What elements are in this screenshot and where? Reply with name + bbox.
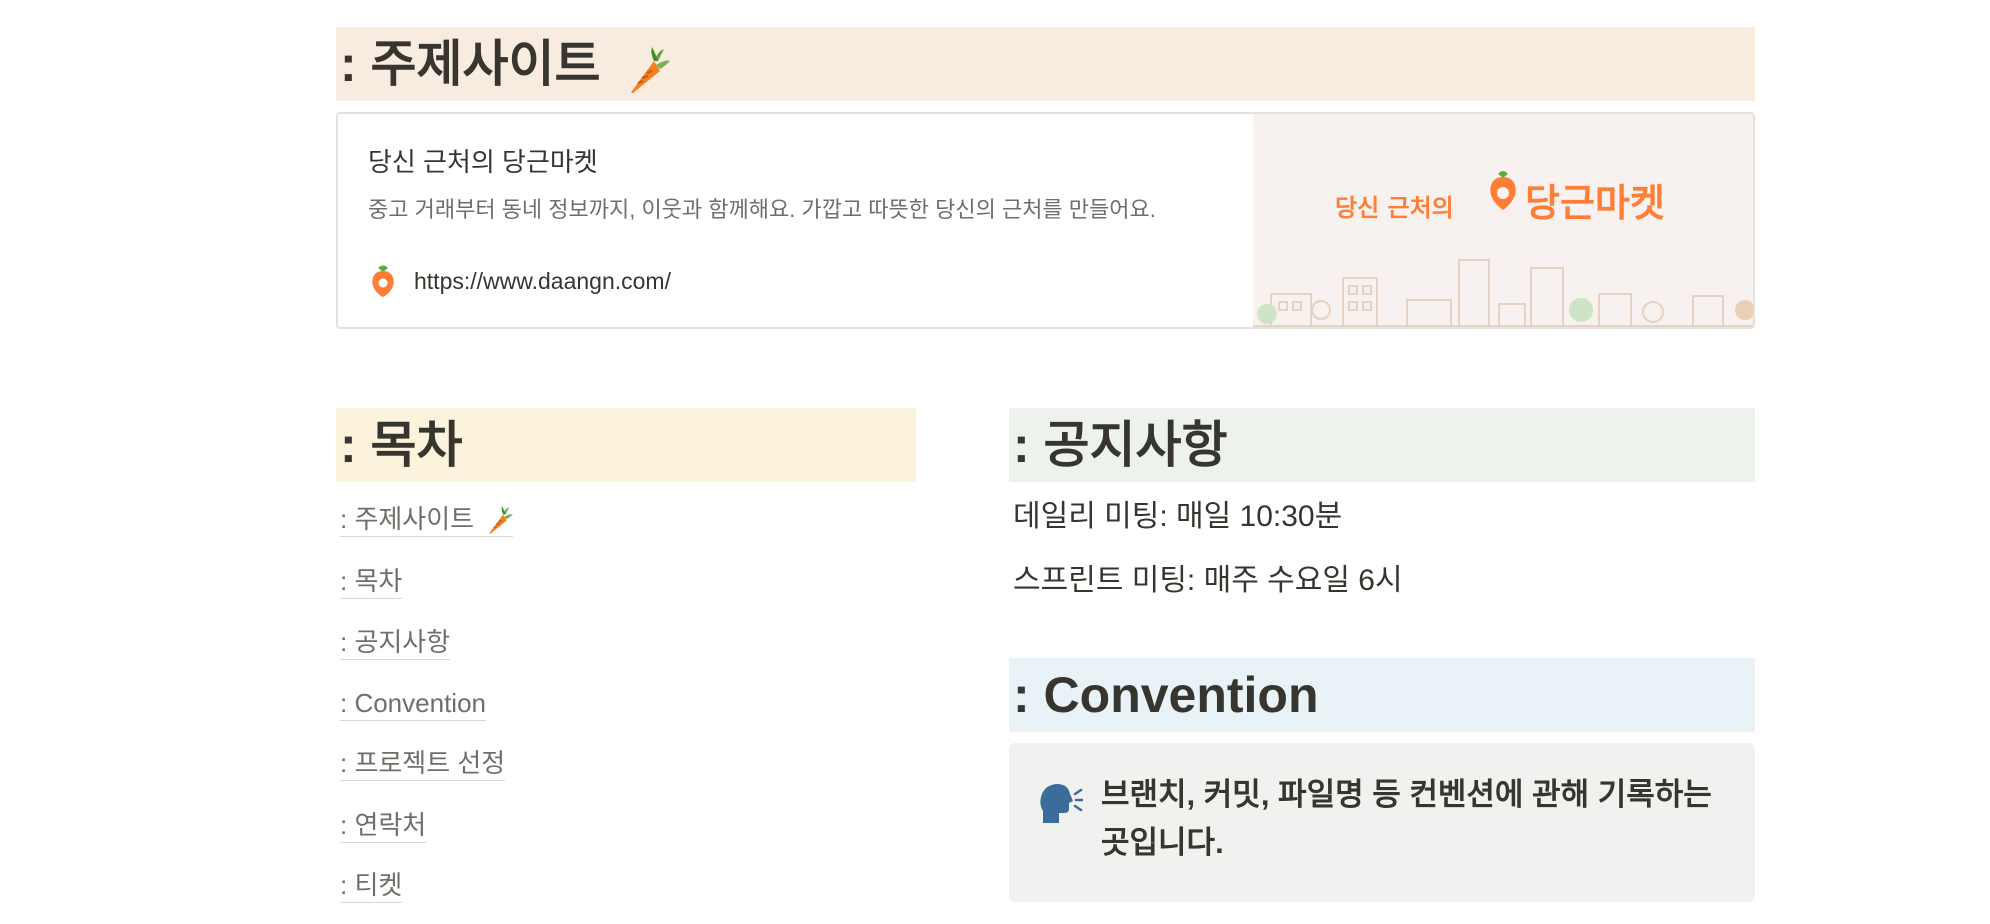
carrot-icon bbox=[485, 506, 514, 536]
notice-daily-meeting: 데일리 미팅: 매일 10:30분 bbox=[1013, 500, 1343, 533]
toc-item-ticket[interactable]: : 티켓 bbox=[340, 868, 403, 903]
toc-item-label: : 프로젝트 선정 bbox=[340, 748, 506, 778]
daangn-favicon-icon bbox=[368, 264, 398, 298]
bookmark-title: 당신 근처의 당근마켓 bbox=[368, 147, 598, 177]
toc-item-label: : 목차 bbox=[340, 566, 403, 596]
convention-callout: 브랜치, 커밋, 파일명 등 컨벤션에 관해 기록하는 곳입니다. bbox=[1009, 743, 1755, 902]
toc-item-label: : 연락처 bbox=[340, 810, 427, 840]
toc-item-contact[interactable]: : 연락처 bbox=[340, 808, 427, 843]
toc-item-project[interactable]: : 프로젝트 선정 bbox=[340, 746, 506, 781]
toc-item-convention[interactable]: : Convention bbox=[340, 686, 486, 721]
heading-site-text: : 주제사이트 bbox=[340, 36, 601, 92]
toc-item-label: : 주제사이트 bbox=[340, 504, 475, 534]
speaking-head-icon[interactable] bbox=[1037, 781, 1085, 825]
notion-page: : 주제사이트 당신 근처의 당근마켓 중고 거래부터 동네 정보까지, 이웃과… bbox=[0, 0, 1990, 924]
banner-prefix-text: 당신 근처의 bbox=[1335, 194, 1454, 222]
callout-text: 브랜치, 커밋, 파일명 등 컨벤션에 관해 기록하는 곳입니다. bbox=[1101, 777, 1712, 860]
heading-toc: : 목차 bbox=[336, 408, 916, 482]
heading-convention-text: : Convention bbox=[1013, 667, 1319, 723]
notice-sprint-meeting: 스프린트 미팅: 매주 수요일 6시 bbox=[1013, 564, 1403, 597]
bookmark-card[interactable]: 당신 근처의 당근마켓 중고 거래부터 동네 정보까지, 이웃과 함께해요. 가… bbox=[336, 112, 1755, 329]
toc-item-label: : 공지사항 bbox=[340, 627, 451, 657]
bookmark-url-row[interactable]: https://www.daangn.com/ bbox=[368, 264, 671, 298]
toc-item-site[interactable]: : 주제사이트 bbox=[340, 502, 514, 538]
bookmark-cover-image: 당신 근처의 당근마켓 bbox=[1253, 114, 1753, 327]
heading-notice: : 공지사항 bbox=[1009, 408, 1755, 482]
toc-item-toc[interactable]: : 목차 bbox=[340, 564, 403, 599]
toc-item-notice[interactable]: : 공지사항 bbox=[340, 625, 451, 660]
heading-site: : 주제사이트 bbox=[336, 27, 1755, 101]
heading-toc-text: : 목차 bbox=[340, 417, 463, 473]
toc-item-label: : Convention bbox=[340, 688, 486, 718]
carrot-icon bbox=[624, 43, 671, 94]
bookmark-url: https://www.daangn.com/ bbox=[414, 267, 671, 294]
heading-notice-text: : 공지사항 bbox=[1013, 417, 1228, 473]
heading-convention: : Convention bbox=[1009, 658, 1755, 732]
banner-brand-text: 당근마켓 bbox=[1525, 181, 1665, 225]
bookmark-description: 중고 거래부터 동네 정보까지, 이웃과 함께해요. 가깝고 따뜻한 당신의 근… bbox=[368, 197, 1156, 222]
toc-item-label: : 티켓 bbox=[340, 870, 403, 900]
